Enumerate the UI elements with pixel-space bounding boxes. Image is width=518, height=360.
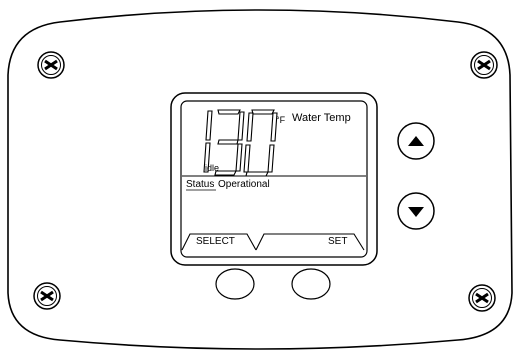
up-button[interactable] xyxy=(397,122,435,160)
softkey-select-label: SELECT xyxy=(196,236,235,247)
down-button[interactable] xyxy=(397,192,435,230)
status-value: Operational xyxy=(218,179,270,190)
unit-label: °F xyxy=(276,115,286,125)
mode-label: idle xyxy=(205,163,220,173)
softkey-set-label: SET xyxy=(328,236,348,247)
select-button[interactable] xyxy=(216,269,254,299)
temperature-value: 130 xyxy=(0,0,2,1)
screw-top-right-icon xyxy=(470,51,498,79)
display-title: Water Temp xyxy=(292,112,351,124)
status-label: Status xyxy=(186,179,215,190)
screw-bottom-right-icon xyxy=(468,284,496,312)
screw-bottom-left-icon xyxy=(33,282,61,310)
screw-top-left-icon xyxy=(37,51,65,79)
set-button[interactable] xyxy=(292,269,330,299)
